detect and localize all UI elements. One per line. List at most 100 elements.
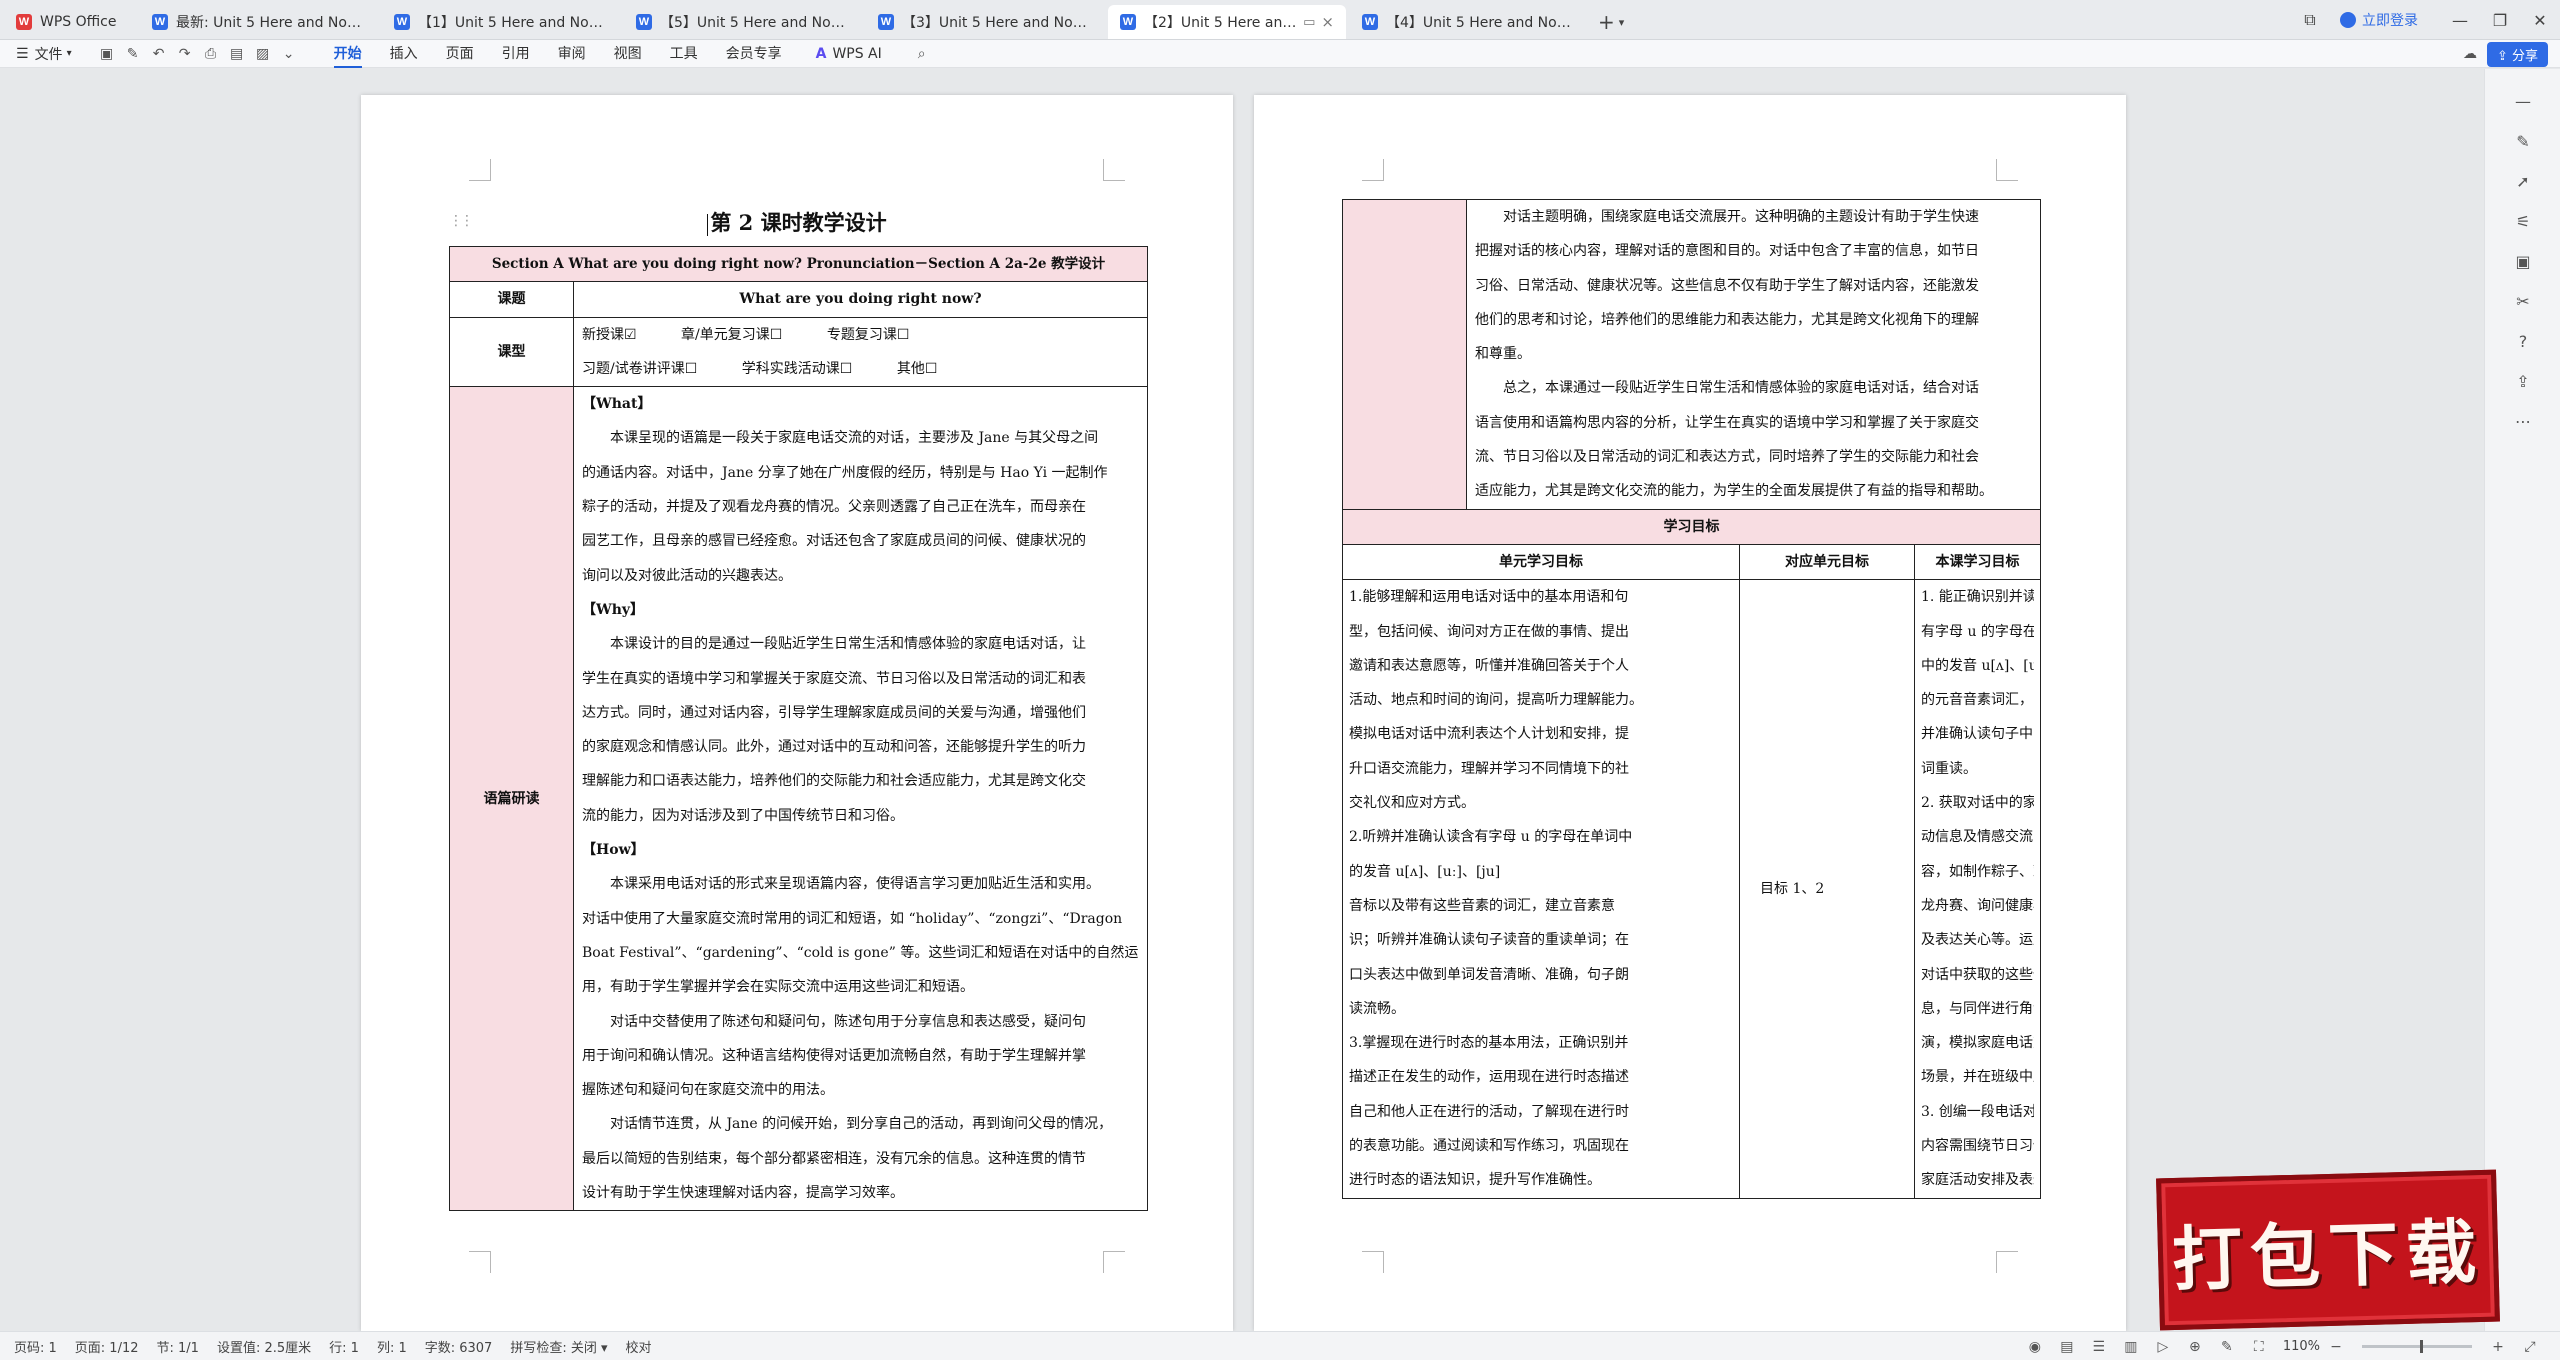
menu-view[interactable]: 视图	[600, 40, 656, 68]
download-stamp-button[interactable]: 打包下载	[2156, 1169, 2500, 1331]
text-line: 邀请和表达意愿等，听懂并准确回答关于个人	[1349, 657, 1629, 674]
menu-references[interactable]: 引用	[488, 40, 544, 68]
format-painter-icon[interactable]: ✎	[120, 46, 146, 62]
tab-document[interactable]: W 最新: Unit 5 Here and Now 大单元	[140, 5, 378, 39]
fit-page-icon[interactable]: ⛶	[2243, 1339, 2275, 1355]
collapse-icon[interactable]: —	[2485, 81, 2560, 121]
crop-mark	[1103, 1251, 1125, 1273]
chevron-down-icon[interactable]: ▾	[1619, 16, 1625, 29]
tab-document-active[interactable]: W 【2】Unit 5 Here and Now ▭ ×	[1108, 5, 1346, 39]
menu-home[interactable]: 开始	[320, 40, 376, 68]
settings-sliders-icon[interactable]: ⚟	[2485, 201, 2560, 241]
more-chevron-icon[interactable]: ⌄	[276, 46, 302, 62]
text-line: 粽子的活动，并提及了观看龙舟赛的情况。父亲则透露了自己正在洗车，而母亲在	[582, 499, 1086, 516]
menu-tools[interactable]: 工具	[656, 40, 712, 68]
text-line: 识；听辨并准确认读句子读音的重读单词；在	[1349, 932, 1629, 949]
text-line: 并准确认读句子中的单	[1921, 726, 2034, 743]
text-line: 3.掌握现在进行时态的基本用法，正确识别并	[1349, 1035, 1629, 1052]
text-line: 模拟电话对话中流利表达个人计划和安排，提	[1349, 726, 1629, 743]
cloud-sync-icon[interactable]: ☁	[2453, 46, 2487, 62]
more-icon[interactable]: ⋯	[2485, 401, 2560, 441]
export-pdf-icon[interactable]: ▤	[224, 46, 250, 62]
text-line: 龙舟赛、询问健康状况	[1921, 897, 2034, 914]
close-icon[interactable]: ✕	[2520, 11, 2560, 30]
how-heading: 【How】	[582, 842, 645, 859]
pen-icon[interactable]: ✎	[2211, 1339, 2243, 1355]
zoom-slider[interactable]	[2362, 1340, 2472, 1353]
proofread-button[interactable]: 校对	[626, 1337, 652, 1356]
ribbon-menu: 开始 插入 页面 引用 审阅 视图 工具 会员专享	[320, 40, 796, 68]
share-button[interactable]: ⇪ 分享	[2486, 41, 2548, 67]
menu-page[interactable]: 页面	[432, 40, 488, 68]
web-view-icon[interactable]: ⊕	[2179, 1339, 2211, 1355]
setting-value[interactable]: 设置值: 2.5厘米	[217, 1337, 311, 1356]
document-page-2[interactable]: 对话主题明确，围绕家庭电话交流展开。这种明确的主题设计有助于学生快速 把握对话的核…	[1254, 95, 2126, 1331]
tab-label: 【3】Unit 5 Here and Now 第三课	[902, 15, 1092, 31]
spell-check[interactable]: 拼写检查: 关闭 ▾	[510, 1337, 607, 1356]
login-button[interactable]: 立即登录	[2340, 10, 2418, 30]
zoom-level[interactable]: 110%	[2283, 1339, 2320, 1354]
text-line: 对话中交替使用了陈述句和疑问句，陈述句用于分享信息和表达感受，疑问句	[582, 1013, 1086, 1030]
file-menu[interactable]: ☰ 文件 ▾	[16, 44, 72, 64]
text-line: Boat Festival”、“gardening”、“cold is gone…	[582, 944, 1139, 961]
text-line: 的家庭观念和情感认同。此外，通过对话中的互动和问答，还能够提升学生的听力	[582, 739, 1086, 756]
search-icon[interactable]: ⌕	[918, 46, 926, 62]
page-count[interactable]: 页面: 1/12	[75, 1337, 139, 1356]
share-icon[interactable]: ⇪	[2485, 361, 2560, 401]
unit-goals-header: 单元学习目标	[1342, 543, 1740, 581]
restore-icon[interactable]: ❐	[2480, 11, 2520, 30]
zoom-out-icon[interactable]: −	[2320, 1339, 2352, 1355]
select-pointer-icon[interactable]: ➚	[2485, 161, 2560, 201]
tab-document[interactable]: W 【1】Unit 5 Here and Now 第一课	[382, 5, 620, 39]
text-line: 家庭活动安排及表达对	[1921, 1172, 2034, 1189]
help-icon[interactable]: ?	[2485, 321, 2560, 361]
monitor-icon[interactable]: ▭	[1303, 15, 1315, 30]
section-indicator[interactable]: 节: 1/1	[157, 1337, 199, 1356]
redo-icon[interactable]: ↷	[172, 46, 198, 62]
text-line: 达方式。同时，通过对话内容，引导学生理解家庭成员间的关爱与沟通，增强他们	[582, 704, 1086, 721]
tab-document[interactable]: W 【4】Unit 5 Here and Now 第四课	[1350, 5, 1588, 39]
page-code[interactable]: 页码: 1	[14, 1337, 57, 1356]
image-icon[interactable]: ▨	[250, 46, 276, 62]
minimize-icon[interactable]: —	[2440, 11, 2480, 30]
tab-document[interactable]: W 【3】Unit 5 Here and Now 第三课	[866, 5, 1104, 39]
wps-ai-button[interactable]: A WPS AI	[816, 46, 882, 62]
tab-label: 【5】Unit 5 Here and Now 第五课	[660, 15, 850, 31]
image-tool-icon[interactable]: ▣	[2485, 241, 2560, 281]
unit-goals-cell: 1.能够理解和运用电话对话中的基本用语和句 型，包括问候、询问对方正在做的事情、提…	[1342, 579, 1740, 1199]
document-area[interactable]: ⋮⋮ 第 2 课时教学设计 Section A What are you doi…	[0, 69, 2484, 1331]
text-cursor	[707, 213, 709, 236]
text-line: 园艺工作，且母亲的感冒已经痊愈。对话还包含了家庭成员间的问候、健康状况的	[582, 533, 1086, 550]
close-tab-icon[interactable]: ×	[1321, 13, 1334, 31]
page-view-icon[interactable]: ▤	[2051, 1339, 2083, 1355]
zoom-slider-thumb[interactable]	[2420, 1340, 2423, 1353]
tab-wps-office[interactable]: W WPS Office	[4, 5, 136, 39]
hamburger-icon: ☰	[16, 45, 29, 62]
menu-review[interactable]: 审阅	[544, 40, 600, 68]
document-page-1[interactable]: ⋮⋮ 第 2 课时教学设计 Section A What are you doi…	[361, 95, 1233, 1331]
print-icon[interactable]: ⎙	[198, 46, 224, 62]
word-count[interactable]: 字数: 6307	[425, 1337, 493, 1356]
text-line: 本课采用电话对话的形式来呈现语篇内容，使得语言学习更加贴近生活和实用。	[582, 876, 1100, 893]
col-indicator: 列: 1	[376, 1340, 407, 1356]
menu-insert[interactable]: 插入	[376, 40, 432, 68]
fullscreen-icon[interactable]: ⤢	[2514, 1339, 2546, 1355]
zoom-in-icon[interactable]: +	[2482, 1339, 2514, 1355]
eye-protect-icon[interactable]: ◉	[2019, 1339, 2051, 1355]
new-tab-button[interactable]: + ▾	[1588, 5, 1634, 39]
edit-icon[interactable]: ✎	[2485, 121, 2560, 161]
right-sidebar: — ✎ ➚ ⚟ ▣ ✂ ? ⇪ ⋯	[2484, 69, 2560, 1331]
undo-icon[interactable]: ↶	[146, 46, 172, 62]
type-options-line: 习题/试卷讲评课☐ 学科实践活动课☐ 其他☐	[582, 360, 938, 377]
menu-member[interactable]: 会员专享	[712, 40, 796, 68]
tools-icon[interactable]: ✂	[2485, 281, 2560, 321]
tab-document[interactable]: W 【5】Unit 5 Here and Now 第五课	[624, 5, 862, 39]
read-view-icon[interactable]: ▥	[2115, 1339, 2147, 1355]
save-icon[interactable]: ▣	[94, 46, 120, 62]
text-line: 的元音音素词汇，听辨	[1921, 692, 2034, 709]
outline-view-icon[interactable]: ☰	[2083, 1339, 2115, 1355]
analysis-continued-cell: 对话主题明确，围绕家庭电话交流展开。这种明确的主题设计有助于学生快速 把握对话的核…	[1466, 199, 2041, 510]
layout-icon[interactable]: ⧉	[2290, 10, 2330, 30]
crop-mark	[469, 159, 491, 181]
play-icon[interactable]: ▷	[2147, 1339, 2179, 1355]
